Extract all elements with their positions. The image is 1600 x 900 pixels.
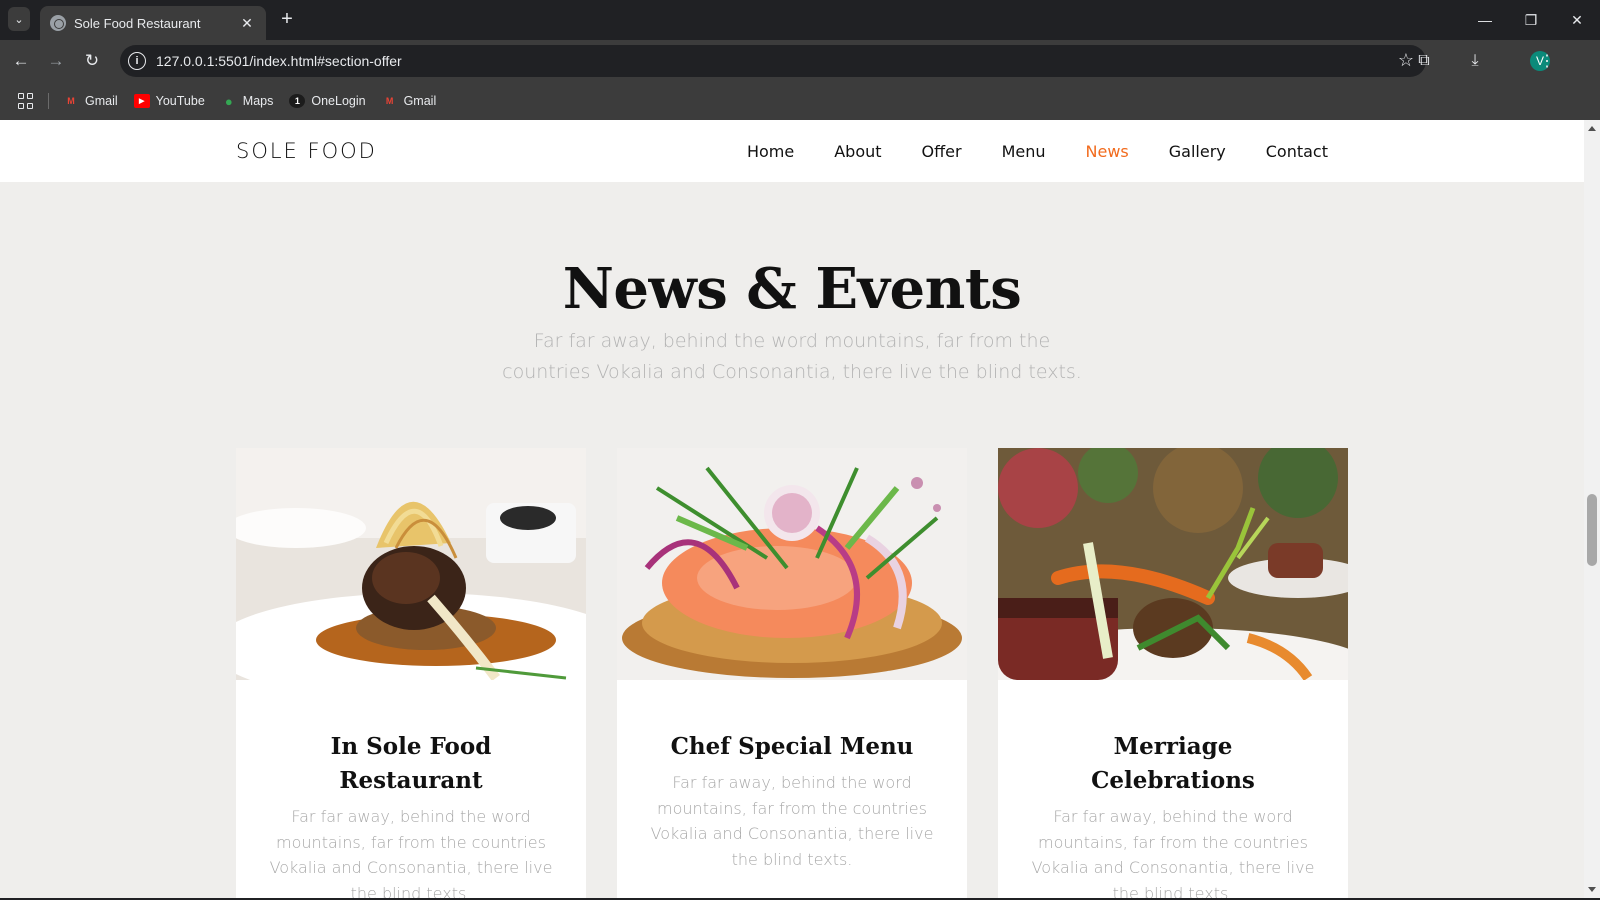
url-text: 127.0.0.1:5501/index.html#section-offer bbox=[156, 53, 402, 69]
nav-news[interactable]: News bbox=[1086, 142, 1129, 161]
bookmark-gmail-2[interactable]: M Gmail bbox=[382, 94, 437, 108]
news-card-title[interactable]: In Sole Food Restaurant bbox=[266, 730, 556, 798]
scroll-down-arrow-icon[interactable] bbox=[1588, 887, 1596, 892]
site-header: SOLE FOOD Home About Offer Menu News Gal… bbox=[0, 120, 1584, 182]
back-arrow-icon[interactable]: ← bbox=[8, 48, 34, 74]
news-card-image[interactable] bbox=[617, 448, 967, 680]
gmail-icon: M bbox=[385, 96, 394, 106]
news-card-image[interactable] bbox=[998, 448, 1348, 680]
news-card-text: Far far away, behind the word mountains,… bbox=[1031, 807, 1315, 898]
steak-vegetables-image bbox=[998, 448, 1348, 680]
salmon-salad-image bbox=[617, 448, 967, 680]
window-controls: — ❐ ✕ bbox=[1462, 0, 1600, 40]
main-menu: Home About Offer Menu News Gallery Conta… bbox=[707, 120, 1328, 182]
tab-search-chevron-icon[interactable]: ⌄ bbox=[8, 7, 30, 31]
onelogin-icon: 1 bbox=[289, 94, 306, 108]
bookmark-gmail[interactable]: M Gmail bbox=[63, 94, 118, 108]
bookmark-label: Maps bbox=[242, 94, 274, 108]
scrollbar-thumb[interactable] bbox=[1587, 494, 1597, 566]
reload-icon[interactable]: ↻ bbox=[79, 48, 105, 74]
globe-icon bbox=[50, 15, 66, 31]
section-subtitle: Far far away, behind the word mountains,… bbox=[502, 330, 1082, 383]
browser-toolbar: ← → ↻ i 127.0.0.1:5501/index.html#sectio… bbox=[0, 40, 1600, 82]
apps-grid-icon[interactable] bbox=[18, 93, 34, 109]
close-window-icon[interactable]: ✕ bbox=[1554, 0, 1600, 40]
nav-offer[interactable]: Offer bbox=[922, 142, 962, 161]
scroll-up-arrow-icon[interactable] bbox=[1588, 126, 1596, 131]
youtube-icon: ▶ bbox=[133, 94, 150, 108]
restore-icon[interactable]: ❐ bbox=[1508, 0, 1554, 40]
bookmarks-divider bbox=[48, 93, 49, 109]
news-card[interactable]: In Sole Food Restaurant Far far away, be… bbox=[236, 448, 586, 898]
page-viewport: SOLE FOOD Home About Offer Menu News Gal… bbox=[0, 120, 1584, 898]
nav-contact[interactable]: Contact bbox=[1266, 142, 1328, 161]
bookmark-label: Gmail bbox=[85, 94, 118, 108]
bookmark-label: YouTube bbox=[155, 94, 205, 108]
bookmark-label: Gmail bbox=[403, 94, 437, 108]
nav-gallery[interactable]: Gallery bbox=[1169, 142, 1226, 161]
download-icon[interactable]: ⤓ bbox=[1463, 49, 1487, 73]
nav-about[interactable]: About bbox=[834, 142, 881, 161]
gmail-icon: M bbox=[67, 96, 75, 106]
news-card-text: Far far away, behind the word mountains,… bbox=[650, 773, 934, 869]
new-tab-plus-icon[interactable]: + bbox=[276, 9, 298, 31]
nav-home[interactable]: Home bbox=[747, 142, 794, 161]
close-tab-icon[interactable]: ✕ bbox=[238, 14, 256, 32]
more-menu-icon[interactable]: ⋮ bbox=[1535, 49, 1559, 73]
browser-tab-strip: ⌄ Sole Food Restaurant ✕ + — ❐ ✕ bbox=[0, 0, 1600, 40]
bookmark-label: OneLogin bbox=[311, 94, 366, 108]
page-scrollbar[interactable] bbox=[1584, 120, 1600, 898]
bookmark-onelogin[interactable]: 1 OneLogin bbox=[289, 94, 366, 108]
bookmark-maps[interactable]: ● Maps bbox=[221, 93, 274, 109]
forward-arrow-icon[interactable]: → bbox=[43, 48, 69, 74]
site-info-icon[interactable]: i bbox=[128, 52, 146, 70]
browser-tab[interactable]: Sole Food Restaurant ✕ bbox=[40, 6, 266, 40]
plated-dish-image bbox=[236, 448, 586, 680]
bookmarks-bar: M Gmail ▶ YouTube ● Maps 1 OneLogin M Gm… bbox=[0, 82, 1600, 120]
site-brand[interactable]: SOLE FOOD bbox=[236, 139, 377, 163]
maps-icon: ● bbox=[224, 93, 233, 109]
tab-title: Sole Food Restaurant bbox=[74, 15, 201, 31]
minimize-icon[interactable]: — bbox=[1462, 0, 1508, 40]
nav-menu[interactable]: Menu bbox=[1002, 142, 1046, 161]
news-card-title[interactable]: Merriage Celebrations bbox=[1028, 730, 1318, 798]
bookmark-youtube[interactable]: ▶ YouTube bbox=[133, 94, 205, 108]
news-card[interactable]: Chef Special Menu Far far away, behind t… bbox=[617, 448, 967, 898]
address-bar[interactable]: i 127.0.0.1:5501/index.html#section-offe… bbox=[120, 45, 1426, 77]
section-title: News & Events bbox=[562, 256, 1022, 322]
news-card[interactable]: Merriage Celebrations Far far away, behi… bbox=[998, 448, 1348, 898]
news-card-title[interactable]: Chef Special Menu bbox=[647, 730, 937, 764]
news-card-image[interactable] bbox=[236, 448, 586, 680]
extensions-puzzle-icon[interactable]: ⧉ bbox=[1412, 49, 1436, 73]
news-card-text: Far far away, behind the word mountains,… bbox=[269, 807, 553, 898]
